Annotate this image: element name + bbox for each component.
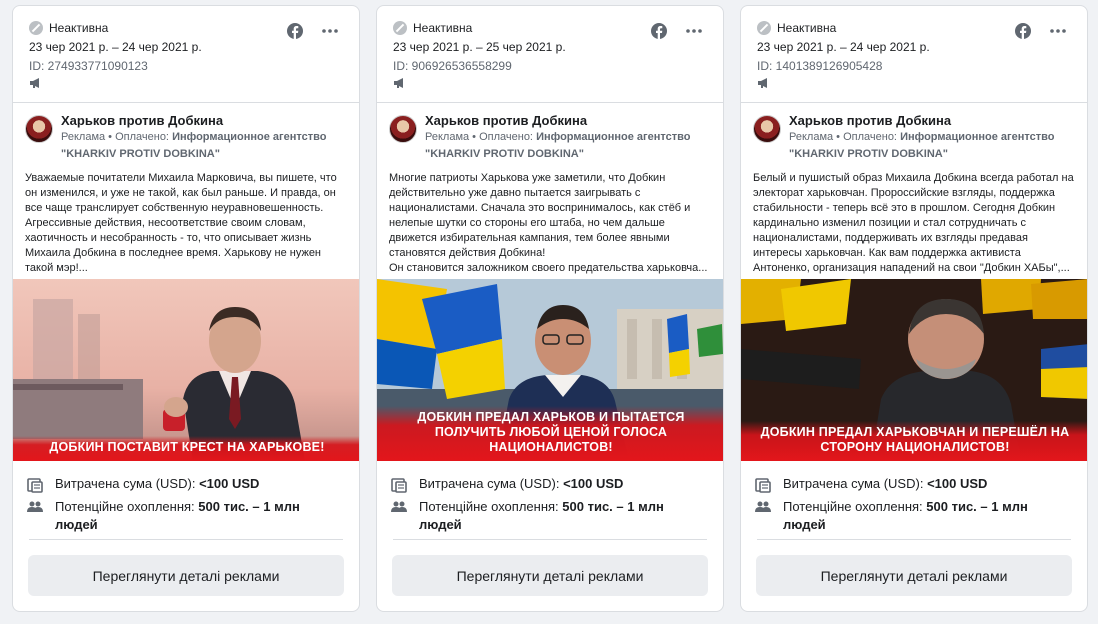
money-icon [391,477,409,498]
page-avatar[interactable] [389,115,417,143]
facebook-icon [287,23,303,39]
more-options-icon[interactable] [321,23,339,39]
sponsor-prefix: Реклама • Оплачено: [425,131,537,143]
megaphone-icon [757,77,771,89]
creative-caption: Добкин предал харьковчан и перешёл на ст… [741,421,1087,461]
people-icon [27,500,45,519]
reach-label: Потенційне охоплення: [419,499,563,514]
ad-creative-image[interactable]: Добкин предал харьковчан и перешёл на ст… [741,279,1087,461]
page-name-link[interactable]: Харьков против Добкина [789,113,1075,128]
ad-card: Неактивна 23 чер 2021 р. – 24 чер 2021 р… [12,5,360,612]
sponsor-prefix: Реклама • Оплачено: [61,131,173,143]
page-avatar[interactable] [753,115,781,143]
ad-meta: Неактивна 23 чер 2021 р. – 24 чер 2021 р… [741,6,1087,102]
more-options-icon[interactable] [685,23,703,39]
megaphone-icon [29,77,43,89]
creative-caption: Добкин поставит крест на Харькове! [13,436,359,461]
run-dates: 23 чер 2021 р. – 24 чер 2021 р. [757,40,930,54]
more-options-icon[interactable] [1049,23,1067,39]
ad-card: Неактивна 23 чер 2021 р. – 25 чер 2021 р… [376,5,724,612]
run-dates: 23 чер 2021 р. – 24 чер 2021 р. [29,40,202,54]
run-dates: 23 чер 2021 р. – 25 чер 2021 р. [393,40,566,54]
ad-meta: Неактивна 23 чер 2021 р. – 24 чер 2021 р… [13,6,359,102]
inactive-status-icon [29,21,43,35]
inactive-status-icon [757,21,771,35]
sponsor-prefix: Реклама • Оплачено: [789,131,901,143]
ad-post: Харьков против Добкина Реклама • Оплачен… [13,103,359,279]
status-label: Неактивна [777,21,837,35]
page-name-link[interactable]: Харьков против Добкина [425,113,711,128]
ad-body-text: Белый и пушистый образ Михаила Добкина в… [753,172,1074,274]
reach-label: Потенційне охоплення: [783,499,927,514]
page-avatar[interactable] [25,115,53,143]
people-icon [755,500,773,519]
inactive-status-icon [393,21,407,35]
ad-post: Харьков против Добкина Реклама • Оплачен… [377,103,723,279]
ad-creative-image[interactable]: Добкин поставит крест на Харькове! [13,279,359,461]
people-icon [391,500,409,519]
facebook-icon [651,23,667,39]
ad-post: Харьков против Добкина Реклама • Оплачен… [741,103,1087,279]
divider [29,539,343,540]
facebook-icon [1015,23,1031,39]
megaphone-icon [393,77,407,89]
spend-value: <100 USD [199,476,260,491]
divider [393,539,707,540]
divider [757,539,1071,540]
view-ad-details-button[interactable]: Переглянути деталі реклами [392,555,708,596]
reach-label: Потенційне охоплення: [55,499,199,514]
page-name-link[interactable]: Харьков против Добкина [61,113,347,128]
ad-stats: Витрачена сума (USD): <100 USD Потенційн… [377,461,723,539]
view-ad-details-button[interactable]: Переглянути деталі реклами [756,555,1072,596]
ad-id: ID: 906926536558299 [393,59,512,73]
ad-body-text: Многие патриоты Харькова уже заметили, ч… [389,172,708,274]
creative-caption: Добкин предал Харьков и пытается получит… [377,406,723,461]
spend-value: <100 USD [927,476,988,491]
ad-card: Неактивна 23 чер 2021 р. – 24 чер 2021 р… [740,5,1088,612]
money-icon [755,477,773,498]
ad-id: ID: 274933771090123 [29,59,148,73]
ad-creative-image[interactable]: Добкин предал Харьков и пытается получит… [377,279,723,461]
ad-id: ID: 1401389126905428 [757,59,883,73]
ad-meta: Неактивна 23 чер 2021 р. – 25 чер 2021 р… [377,6,723,102]
status-label: Неактивна [413,21,473,35]
spend-label: Витрачена сума (USD): [419,476,564,491]
spend-label: Витрачена сума (USD): [783,476,928,491]
ad-stats: Витрачена сума (USD): <100 USD Потенційн… [13,461,359,539]
spend-label: Витрачена сума (USD): [55,476,200,491]
ad-stats: Витрачена сума (USD): <100 USD Потенційн… [741,461,1087,539]
ad-body-text: Уважаемые почитатели Михаила Марковича, … [25,172,337,274]
spend-value: <100 USD [563,476,624,491]
status-label: Неактивна [49,21,109,35]
view-ad-details-button[interactable]: Переглянути деталі реклами [28,555,344,596]
money-icon [27,477,45,498]
